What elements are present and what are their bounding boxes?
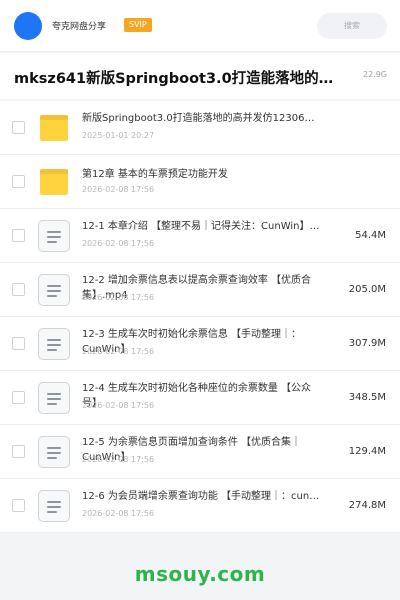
folder-icon [40,115,68,141]
row-checkbox[interactable] [12,283,25,296]
top-bar: 夸克网盘分享 SVIP 搜索 [0,0,400,52]
watermark-text: msouy.com [134,562,266,586]
file-row[interactable]: 12-6 为会员端增余票查询功能 【手动整理｜：cunwin】.mp4 2026-… [0,479,400,533]
file-row[interactable]: 12-2 增加余票信息表以提高余票查询效率 【优质合集】.mp4 2026-02-… [0,263,400,317]
document-icon [38,490,70,522]
file-row[interactable]: 12-5 为余票信息页面增加查询条件 【优质合集｜CunWin】 2026-02-… [0,425,400,479]
file-date: 2026-02-08 17:56 [82,455,155,464]
file-row[interactable]: 第12章 基本的车票预定功能开发 2026-02-08 17:56 [0,155,400,209]
folder-icon [40,169,68,195]
file-date: 2026-02-08 17:56 [82,509,155,518]
share-title-bar: mksz641新版Springboot3.0打造能落地的高并发仿12306售票系… [0,53,400,99]
file-date: 2026-02-08 17:56 [82,347,155,356]
file-date: 2026-02-08 17:56 [82,185,155,194]
document-icon [38,220,70,252]
document-icon [38,382,70,414]
file-row[interactable]: 12-1 本章介绍 【整理不易｜记得关注：CunWin】.mp4 2026-02-… [0,209,400,263]
document-icon [38,274,70,306]
row-checkbox[interactable] [12,499,25,512]
file-date: 2026-02-08 17:56 [82,239,155,248]
row-checkbox[interactable] [12,175,25,188]
file-date: 2025-01-01 20:27 [82,131,155,140]
file-size: 274.8M [348,500,386,511]
row-checkbox[interactable] [12,229,25,242]
file-name: 12-1 本章介绍 【整理不易｜记得关注：CunWin】.mp4 [82,221,322,232]
file-size: 348.5M [348,392,386,403]
file-name: 12-6 为会员端增余票查询功能 【手动整理｜：cunwin】.mp4 [82,491,322,502]
file-name: 新版Springboot3.0打造能落地的高并发仿12306售票系统 [82,113,322,124]
document-icon [38,436,70,468]
file-size: 54.4M [355,230,386,241]
search-button[interactable]: 搜索 [317,13,387,39]
file-name: 第12章 基本的车票预定功能开发 [82,169,228,180]
row-checkbox[interactable] [12,337,25,350]
file-row[interactable]: 12-4 生成车次时初始化各种座位的余票数量 【公众号】 2026-02-08 1… [0,371,400,425]
row-checkbox[interactable] [12,391,25,404]
document-icon [38,328,70,360]
total-size: 22.9G [362,70,387,79]
file-row[interactable]: 12-3 生成车次时初始化余票信息 【手动整理｜：CunWin】 2026-02-… [0,317,400,371]
row-checkbox[interactable] [12,121,25,134]
svip-badge: SVIP [124,18,152,32]
file-size: 205.0M [348,284,386,295]
row-checkbox[interactable] [12,445,25,458]
file-size: 129.4M [348,446,386,457]
file-date: 2026-02-08 17:56 [82,293,155,302]
brand-name: 夸克网盘分享 [52,22,107,32]
file-size: 307.9M [348,338,386,349]
share-title: mksz641新版Springboot3.0打造能落地的高并发仿12306售票系… [14,71,344,87]
file-date: 2026-02-08 17:56 [82,401,155,410]
file-row[interactable]: 新版Springboot3.0打造能落地的高并发仿12306售票系统 2025-0… [0,101,400,155]
file-list: 新版Springboot3.0打造能落地的高并发仿12306售票系统 2025-0… [0,101,400,533]
avatar[interactable] [14,12,42,40]
